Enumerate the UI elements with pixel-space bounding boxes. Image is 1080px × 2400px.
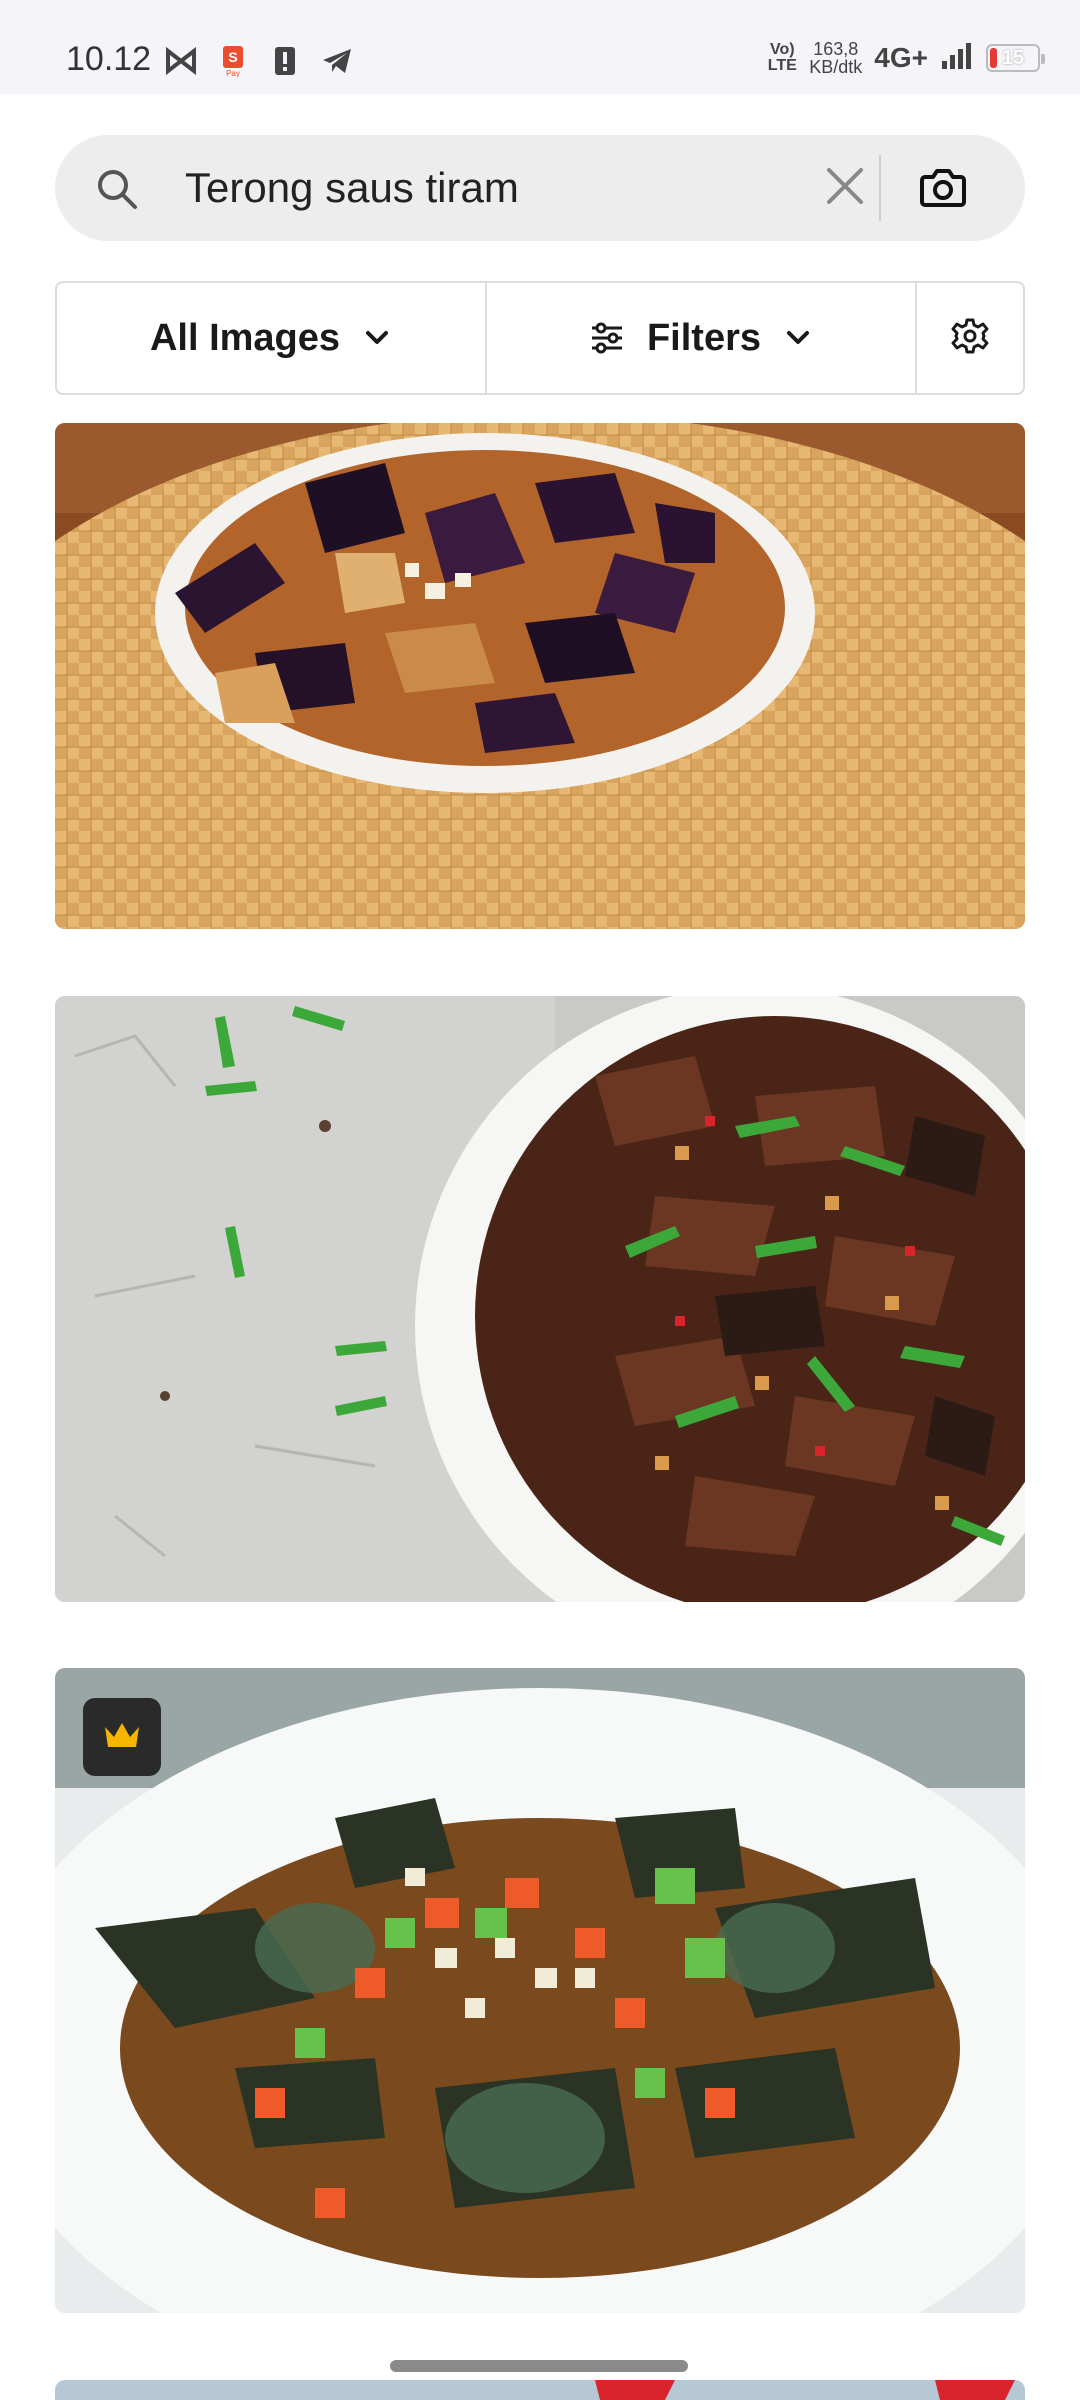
chevron-down-icon	[362, 323, 392, 353]
network-type: 4G+	[874, 42, 928, 73]
home-indicator[interactable]	[390, 2360, 688, 2372]
search-input[interactable]	[185, 159, 805, 217]
image-result[interactable]	[55, 2380, 1025, 2400]
network-speed: 163,8 KB/dtk	[809, 40, 862, 76]
sliders-icon	[589, 320, 625, 356]
settings-button[interactable]	[917, 283, 1023, 393]
image-type-label: All Images	[149, 316, 341, 359]
filters-dropdown[interactable]: Filters	[487, 283, 917, 393]
premium-badge	[83, 1698, 161, 1776]
battery-percent: 15	[1001, 46, 1025, 69]
svg-text:Pay: Pay	[226, 69, 240, 77]
chevron-down-icon	[783, 323, 813, 353]
camera-icon	[920, 166, 966, 213]
shopeepay-icon: S Pay	[216, 44, 250, 78]
gear-icon	[951, 317, 989, 360]
result-image	[55, 2380, 1025, 2400]
image-result[interactable]	[55, 1668, 1025, 2313]
search-icon	[95, 167, 139, 211]
result-image	[55, 1668, 1025, 2313]
filter-row: All Images Filters	[55, 281, 1025, 395]
search-divider	[879, 155, 881, 221]
filters-label: Filters	[646, 316, 762, 359]
volte-indicator: Vo) LTE	[767, 41, 797, 74]
status-time: 10.12	[66, 40, 152, 78]
camera-search-button[interactable]	[915, 161, 971, 217]
status-notification-icons: S Pay	[164, 44, 354, 78]
close-icon	[825, 166, 865, 211]
result-image	[55, 996, 1025, 1602]
crown-icon	[102, 1719, 142, 1756]
status-bar: 10.12 S Pay Vo) LTE 163,8 KB/dtk 4G+ 15	[0, 0, 1080, 94]
speed-unit: KB/dtk	[809, 57, 863, 77]
clear-search-button[interactable]	[820, 163, 870, 213]
capcut-icon	[164, 44, 198, 78]
battery-indicator: 15	[986, 44, 1045, 72]
signal-icon	[940, 41, 974, 76]
speed-value: 163,8	[813, 39, 859, 59]
result-image	[55, 423, 1025, 929]
telegram-icon	[320, 44, 354, 78]
search-bar[interactable]	[55, 135, 1025, 241]
alert-icon	[268, 44, 302, 78]
image-result[interactable]	[55, 423, 1025, 929]
image-type-dropdown[interactable]: All Images	[57, 283, 487, 393]
svg-text:S: S	[228, 49, 237, 65]
status-system-icons: Vo) LTE 163,8 KB/dtk 4G+ 15	[767, 40, 1045, 76]
image-result[interactable]	[55, 996, 1025, 1602]
